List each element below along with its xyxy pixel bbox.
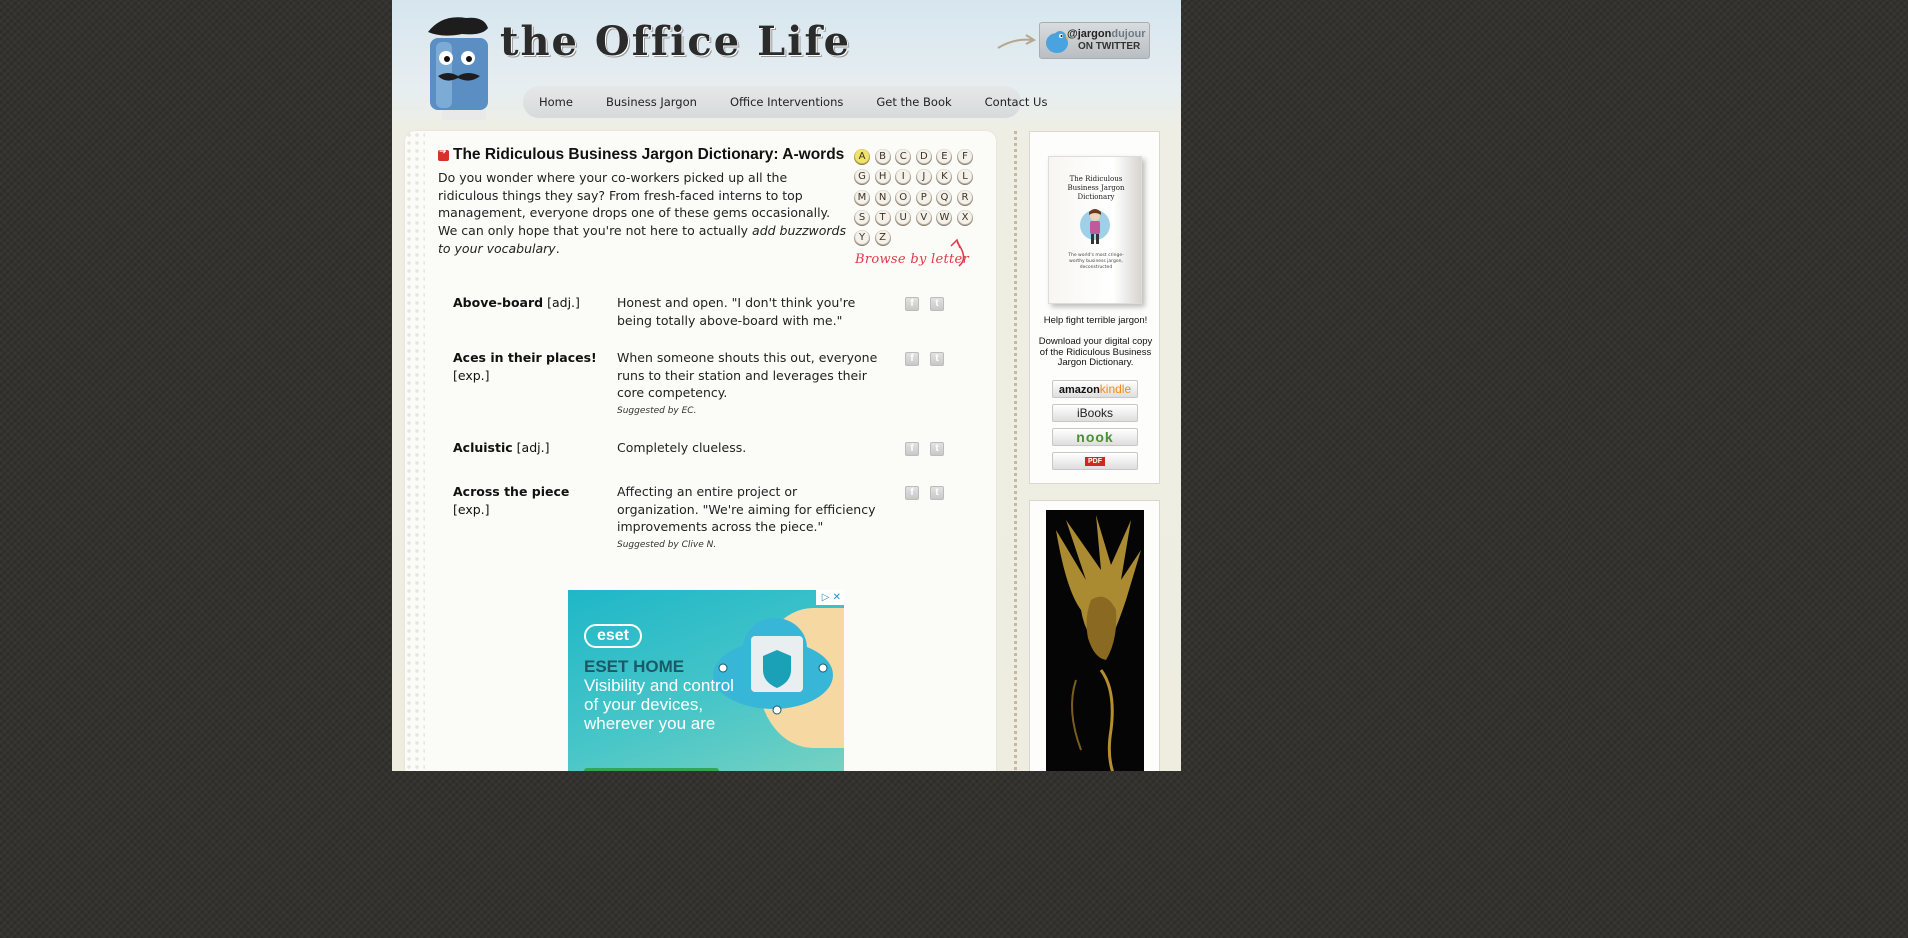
entry-term: Above-board [adj.] <box>453 295 580 310</box>
letter-link-l[interactable]: L <box>957 169 973 186</box>
twitter-share-icon[interactable]: t <box>930 352 944 366</box>
panel-dotted-edge <box>405 131 425 771</box>
page-title: The Ridiculous Business Jargon Dictionar… <box>453 146 845 163</box>
letter-link-n[interactable]: N <box>874 189 891 206</box>
letter-link-w[interactable]: W <box>936 209 953 226</box>
site-container: the Office Life @jargondujour ON TWITTER… <box>392 0 1181 771</box>
ad-portrait-image <box>1046 510 1144 771</box>
letter-link-e[interactable]: E <box>936 149 953 165</box>
letter-link-p[interactable]: P <box>915 189 932 206</box>
letter-link-i[interactable]: I <box>895 169 912 186</box>
main-content-panel: The Ridiculous Business Jargon Dictionar… <box>405 131 996 771</box>
sidebar-tagline: Help fight terrible jargon! <box>1043 315 1148 326</box>
amazon-kindle-button[interactable]: amazonkindle <box>1052 380 1138 398</box>
entry-term: Aces in their places! [exp.] <box>453 350 597 383</box>
letter-link-t[interactable]: T <box>874 209 891 226</box>
nav-get-the-book[interactable]: Get the Book <box>876 95 951 109</box>
letter-link-k[interactable]: K <box>936 169 953 186</box>
letter-link-r[interactable]: R <box>957 189 973 206</box>
letter-link-d[interactable]: D <box>915 149 932 165</box>
twitter-follow-button[interactable]: @jargondujour ON TWITTER <box>1039 22 1150 59</box>
pointing-arrow-icon <box>997 34 1037 49</box>
book-cover-title: The Ridiculous Business Jargon Dictionar… <box>1067 175 1125 201</box>
letter-link-z[interactable]: Z <box>874 230 891 247</box>
ad-close-button[interactable]: ▷ ✕ <box>816 590 844 605</box>
book-cover-illustration <box>1080 209 1110 244</box>
twitter-share-icon[interactable]: t <box>930 486 944 500</box>
letter-link-j[interactable]: J <box>915 169 932 186</box>
twitter-share-icon[interactable]: t <box>930 297 944 311</box>
column-divider <box>1014 131 1017 771</box>
letter-link-q[interactable]: Q <box>936 189 953 206</box>
site-logo-text[interactable]: the Office Life <box>500 18 851 65</box>
book-cover-subtitle: The world's most cringe-worthy business … <box>1068 253 1124 270</box>
book-promo-box: The Ridiculous Business Jargon Dictionar… <box>1029 131 1160 484</box>
facebook-share-icon[interactable]: f <box>905 486 919 500</box>
ad-cta-button[interactable] <box>584 768 719 771</box>
sidebar-advertisement[interactable] <box>1029 500 1160 771</box>
browse-by-letter-label: Browse by letter <box>855 252 970 267</box>
main-navigation: Home Business Jargon Office Intervention… <box>523 86 1047 118</box>
letter-link-v[interactable]: V <box>915 209 932 226</box>
ad-body-text: Visibility and control of your devices, … <box>584 676 734 733</box>
nav-contact-us[interactable]: Contact Us <box>985 95 1048 109</box>
letter-link-g[interactable]: G <box>854 169 870 186</box>
entry-term: Acluistic [adj.] <box>453 440 550 455</box>
nav-business-jargon[interactable]: Business Jargon <box>606 95 697 109</box>
water-cooler-mascot-logo[interactable] <box>422 14 502 120</box>
letter-link-s[interactable]: S <box>854 209 870 226</box>
entry-definition: Honest and open. "I don't think you're b… <box>617 295 856 328</box>
nav-office-interventions[interactable]: Office Interventions <box>730 95 843 109</box>
letter-link-b[interactable]: B <box>874 149 891 165</box>
book-cover-image[interactable]: The Ridiculous Business Jargon Dictionar… <box>1048 156 1142 304</box>
facebook-share-icon[interactable]: f <box>905 297 919 311</box>
entry-credit: Suggested by Clive N. <box>617 540 717 551</box>
ibooks-button[interactable]: iBooks <box>1052 404 1138 422</box>
nav-home[interactable]: Home <box>539 95 573 109</box>
letter-link-m[interactable]: M <box>854 189 870 206</box>
letter-link-y[interactable]: Y <box>854 230 870 247</box>
ad-headline: ESET HOME <box>584 657 685 676</box>
pdf-download-button[interactable]: PDF <box>1052 452 1138 470</box>
letter-link-a[interactable]: A <box>854 149 870 165</box>
letter-link-x[interactable]: X <box>957 209 973 226</box>
title-arrow-icon <box>438 147 449 161</box>
facebook-share-icon[interactable]: f <box>905 442 919 456</box>
facebook-share-icon[interactable]: f <box>905 352 919 366</box>
twitter-handle: @jargondujour <box>1067 28 1146 40</box>
entry-definition: Affecting an entire project or organizat… <box>617 483 882 552</box>
entry-definition: Completely clueless. <box>617 440 747 455</box>
nook-button[interactable]: nook <box>1052 428 1138 446</box>
twitter-subtitle: ON TWITTER <box>1078 41 1141 52</box>
sidebar-download-text: Download your digital copy of the Ridicu… <box>1038 336 1153 368</box>
letter-link-h[interactable]: H <box>874 169 891 186</box>
eset-logo: eset <box>584 624 642 648</box>
entry-definition: When someone shouts this out, everyone r… <box>617 349 882 418</box>
entry-credit: Suggested by EC. <box>617 406 697 417</box>
letter-link-u[interactable]: U <box>895 209 912 226</box>
letter-link-f[interactable]: F <box>957 149 973 165</box>
intro-paragraph: Do you wonder where your co-workers pick… <box>438 170 846 256</box>
letter-link-c[interactable]: C <box>895 149 912 165</box>
entry-term: Across the piece [exp.] <box>453 484 570 517</box>
eset-advertisement[interactable]: eset ESET HOME Visibility and control of… <box>568 590 844 771</box>
letter-link-o[interactable]: O <box>895 189 912 206</box>
twitter-share-icon[interactable]: t <box>930 442 944 456</box>
